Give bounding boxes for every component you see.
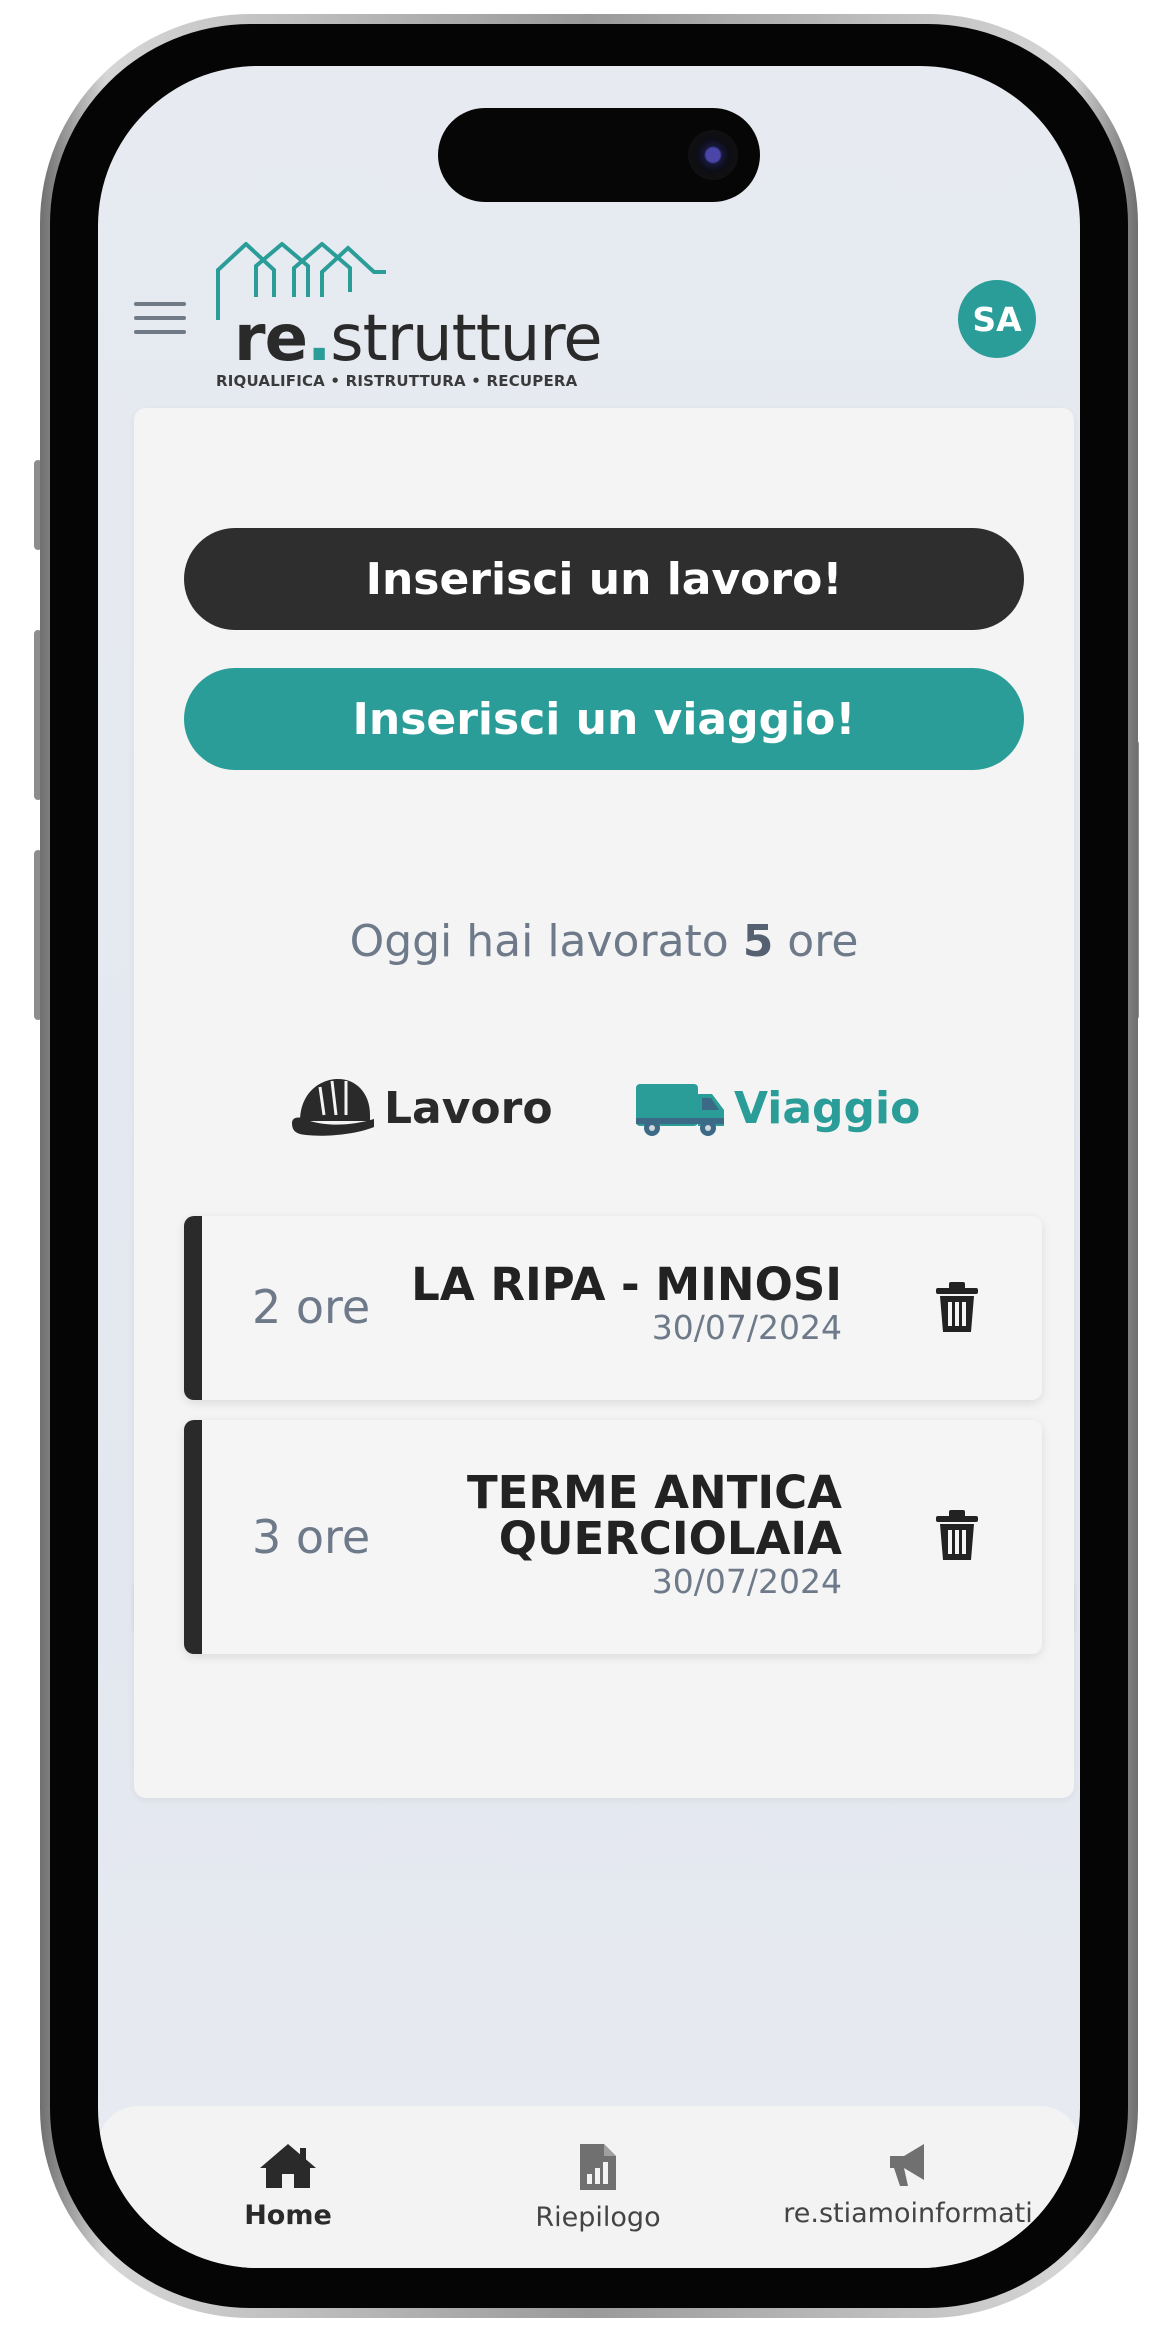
van-icon — [636, 1084, 724, 1136]
logo-tagline: RIQUALIFICA • RISTRUTTURA • RECUPERA — [216, 372, 578, 390]
entry-hours: 2 ore — [252, 1280, 371, 1334]
entry-details: TERME ANTICA QUERCIOLAIA 30/07/2024 — [467, 1470, 842, 1602]
home-icon — [260, 2144, 316, 2188]
report-icon — [580, 2144, 616, 2190]
main-card: Inserisci un lavoro! Inserisci un viaggi… — [134, 408, 1074, 1798]
phone-bezel: re.strutture RIQUALIFICA • RISTRUTTURA •… — [50, 24, 1128, 2308]
entry-site-name: LA RIPA - MINOSI — [411, 1258, 842, 1311]
front-camera — [688, 130, 738, 180]
trash-icon[interactable] — [934, 1282, 980, 1334]
hard-hat-icon — [292, 1079, 374, 1136]
tab-lavoro-label: Lavoro — [384, 1082, 553, 1134]
work-entry[interactable]: 3 ore TERME ANTICA QUERCIOLAIA 30/07/202… — [184, 1420, 1042, 1654]
phone-frame: re.strutture RIQUALIFICA • RISTRUTTURA •… — [40, 14, 1138, 2318]
user-avatar[interactable]: SA — [958, 280, 1036, 358]
trash-icon[interactable] — [934, 1510, 980, 1562]
app-screen: re.strutture RIQUALIFICA • RISTRUTTURA •… — [98, 66, 1080, 2268]
dynamic-island — [438, 108, 760, 202]
nav-home-label: Home — [244, 2200, 332, 2231]
entry-hours: 3 ore — [252, 1510, 371, 1564]
add-work-button[interactable]: Inserisci un lavoro! — [184, 528, 1024, 630]
nav-restiamoinformati[interactable]: re.stiamoinformati — [758, 2142, 1058, 2229]
nav-home[interactable]: Home — [208, 2142, 368, 2231]
hamburger-menu-icon[interactable] — [134, 302, 186, 338]
bottom-navigation: Home Riepilogo re.stiamoinformati — [98, 2106, 1080, 2268]
brand-logo: re.strutture RIQUALIFICA • RISTRUTTURA •… — [216, 242, 603, 402]
megaphone-icon — [890, 2144, 924, 2186]
add-trip-button[interactable]: Inserisci un viaggio! — [184, 668, 1024, 770]
nav-riepilogo-label: Riepilogo — [535, 2202, 661, 2233]
tab-lavoro[interactable]: Lavoro — [290, 1068, 553, 1148]
entry-details: LA RIPA - MINOSI 30/07/2024 — [411, 1262, 842, 1348]
work-entry[interactable]: 2 ore LA RIPA - MINOSI 30/07/2024 — [184, 1216, 1042, 1400]
entry-date: 30/07/2024 — [651, 1308, 842, 1347]
tab-viaggio[interactable]: Viaggio — [634, 1068, 920, 1148]
entry-date: 30/07/2024 — [651, 1562, 842, 1601]
nav-riepilogo[interactable]: Riepilogo — [518, 2142, 678, 2233]
logo-wordmark: re.strutture — [234, 302, 603, 376]
nav-restiamoinformati-label: re.stiamoinformati — [783, 2198, 1033, 2229]
tab-viaggio-label: Viaggio — [734, 1082, 921, 1134]
entry-type-tabs: Lavoro Viaggio — [134, 1068, 1074, 1148]
entry-site-name: TERME ANTICA — [466, 1466, 842, 1519]
entry-site-name-line2: QUERCIOLAIA — [498, 1512, 842, 1565]
daily-summary: Oggi hai lavorato 5 ore — [349, 916, 859, 967]
